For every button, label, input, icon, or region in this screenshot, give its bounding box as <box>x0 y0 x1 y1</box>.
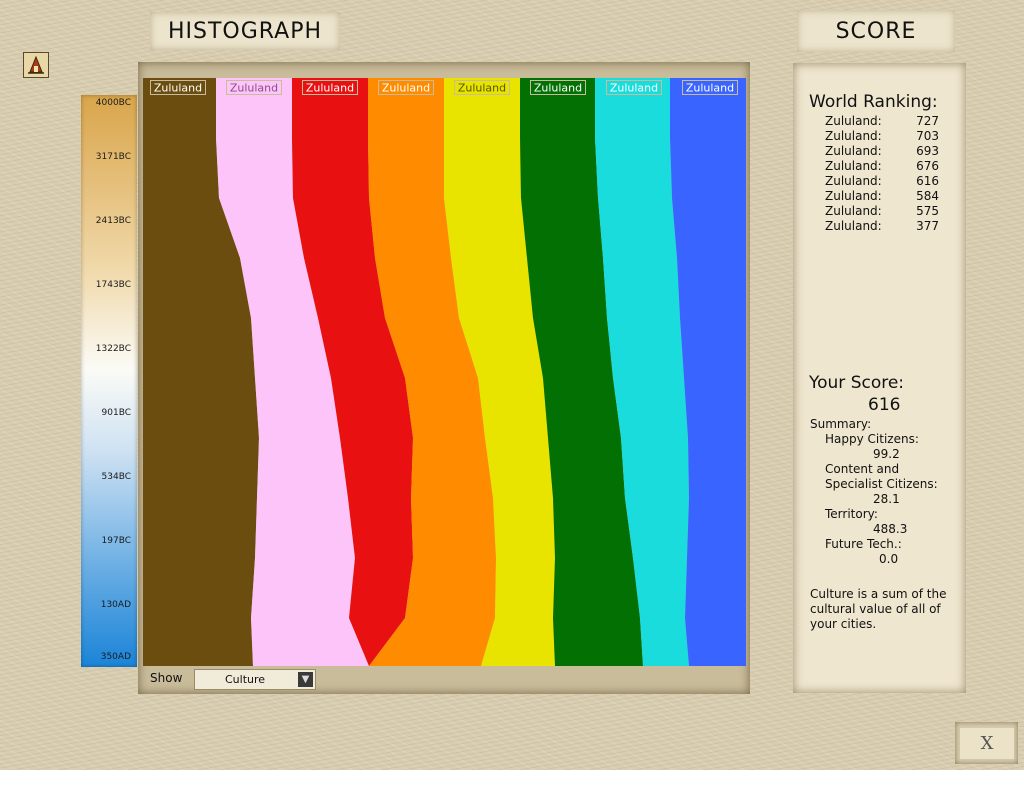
ranking-row: Zululand: 584 <box>825 189 945 204</box>
ranking-civ-score: 584 <box>916 189 939 203</box>
score-panel: World Ranking: Zululand: 727 Zululand: 7… <box>793 63 966 693</box>
ranking-row: Zululand: 693 <box>825 144 945 159</box>
civ-emblem-icon <box>28 55 44 74</box>
timeline-tick: 3171BC <box>95 152 131 162</box>
territory-label: Territory: <box>825 507 878 521</box>
score-title: SCORE <box>797 10 955 52</box>
timeline-tick: 197BC <box>101 536 131 546</box>
territory-value: 488.3 <box>873 522 908 536</box>
ranking-row: Zululand: 616 <box>825 174 945 189</box>
ranking-civ-name: Zululand: <box>825 129 882 143</box>
ranking-civ-score: 693 <box>916 144 939 158</box>
close-icon: X <box>960 728 1014 759</box>
ranking-row: Zululand: 727 <box>825 114 945 129</box>
ranking-civ-name: Zululand: <box>825 189 882 203</box>
histograph-bands <box>143 78 746 666</box>
ranking-civ-name: Zululand: <box>825 114 882 128</box>
legend-label: Zululand <box>382 82 430 95</box>
happy-citizens-label: Happy Citizens: <box>825 432 919 446</box>
legend-label: Zululand <box>458 82 506 95</box>
ranking-civ-score: 616 <box>916 174 939 188</box>
ranking-civ-name: Zululand: <box>825 159 882 173</box>
ranking-row: Zululand: 575 <box>825 204 945 219</box>
timeline-tick: 901BC <box>101 408 131 418</box>
future-tech-label: Future Tech.: <box>825 537 902 551</box>
chevron-down-icon[interactable]: ▼ <box>298 672 313 687</box>
ranking-row: Zululand: 377 <box>825 219 945 234</box>
ranking-civ-score: 676 <box>916 159 939 173</box>
histograph-chart: Zululand Zululand Zululand Zululand Zululand… <box>143 78 746 666</box>
timeline-tick: 1743BC <box>95 280 131 290</box>
timeline-tick: 350AD <box>100 652 131 662</box>
your-score-title: Your Score: <box>809 373 905 393</box>
ranking-civ-name: Zululand: <box>825 144 882 158</box>
timeline-tick: 4000BC <box>95 98 131 108</box>
specialist-citizens-label: Specialist Citizens: <box>825 477 938 491</box>
legend-label: Zululand <box>534 82 582 95</box>
your-score-value: 616 <box>868 395 901 415</box>
content-citizens-label: Content and <box>825 462 900 476</box>
legend-label: Zululand <box>610 82 658 95</box>
ranking-civ-name: Zululand: <box>825 219 882 233</box>
ranking-civ-score: 377 <box>916 219 939 233</box>
timeline-tick: 534BC <box>101 472 131 482</box>
happy-citizens-value: 99.2 <box>873 447 900 461</box>
summary-label: Summary: <box>810 417 872 431</box>
close-button[interactable]: X <box>955 722 1018 764</box>
show-label: Show <box>150 671 183 685</box>
future-tech-value: 0.0 <box>879 552 899 566</box>
ranking-row: Zululand: 676 <box>825 159 945 174</box>
legend-label: Zululand <box>154 82 202 95</box>
legend-label: Zululand <box>686 82 734 95</box>
legend-label: Zululand <box>306 82 354 95</box>
bottom-strip <box>0 770 1024 793</box>
timeline-bar: 4000BC 3171BC 2413BC 1743BC 1322BC 901BC… <box>81 95 137 667</box>
show-dropdown-value: Culture <box>225 673 266 686</box>
content-citizens-value: 28.1 <box>873 492 900 506</box>
culture-note: Culture is a sum of the cultural value o… <box>810 587 947 631</box>
civ-advisor-button[interactable] <box>23 52 49 78</box>
ranking-civ-name: Zululand: <box>825 204 882 218</box>
ranking-civ-score: 727 <box>916 114 939 128</box>
timeline-tick: 1322BC <box>95 344 131 354</box>
histograph-title: HISTOGRAPH <box>150 12 340 50</box>
world-ranking-title: World Ranking: <box>809 92 938 112</box>
ranking-row: Zululand: 703 <box>825 129 945 144</box>
legend-label: Zululand <box>230 82 278 95</box>
timeline-tick: 130AD <box>100 600 131 610</box>
timeline-tick: 2413BC <box>95 216 131 226</box>
ranking-civ-score: 575 <box>916 204 939 218</box>
ranking-civ-score: 703 <box>916 129 939 143</box>
game-window: HISTOGRAPH SCORE 4000BC 3171BC 2413BC 17… <box>0 0 1024 770</box>
ranking-civ-name: Zululand: <box>825 174 882 188</box>
show-dropdown[interactable]: Culture ▼ <box>194 669 316 690</box>
